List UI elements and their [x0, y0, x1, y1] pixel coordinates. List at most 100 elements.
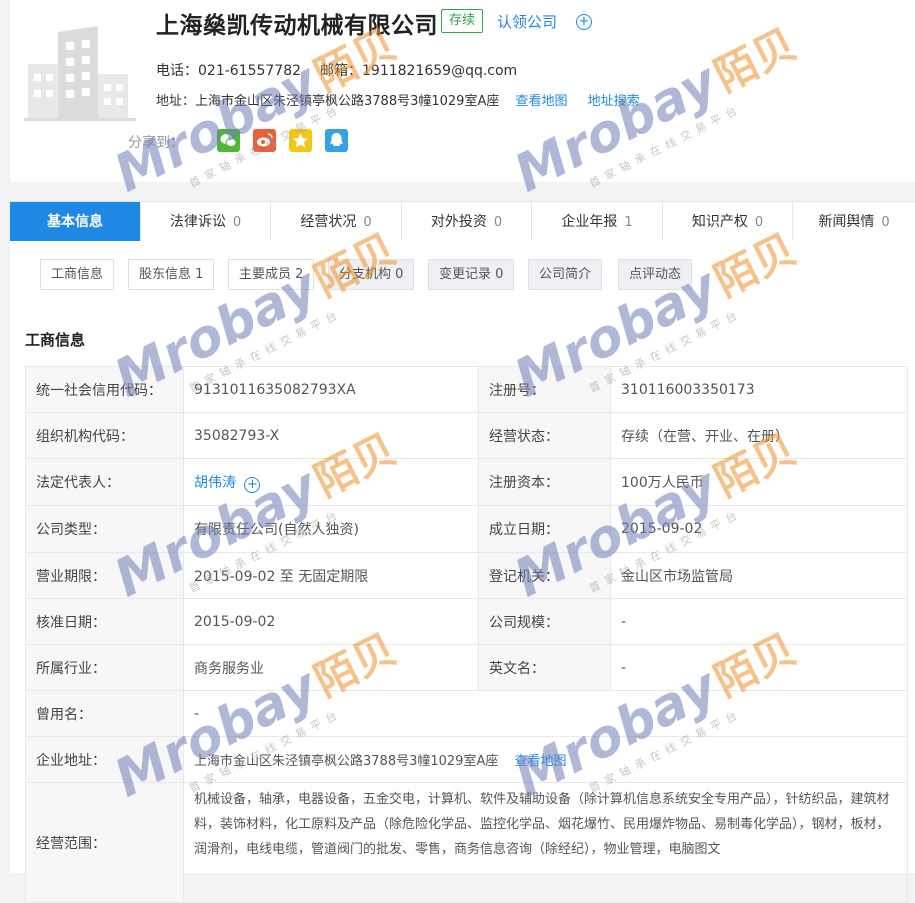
wechat-icon[interactable]: [217, 129, 240, 152]
english-name-value: -: [610, 644, 908, 691]
table-row: 所属行业： 商务服务业 英文名： -: [25, 644, 908, 691]
plus-circle-icon[interactable]: +: [244, 477, 261, 493]
english-name-label: 英文名：: [478, 644, 611, 691]
table-row: 组织机构代码： 35082793-X 经营状态： 存续（在营、开业、在册）: [25, 412, 908, 459]
former-name-label: 曾用名：: [25, 690, 184, 737]
table-row: 核准日期： 2015-09-02 公司规模： -: [25, 598, 908, 645]
company-address-label: 企业地址：: [25, 736, 184, 783]
tab-count: 0: [881, 215, 890, 230]
company-address-cell: 上海市金山区朱泾镇亭枫公路3788号3幢1029室A座 查看地图: [183, 736, 908, 783]
tab-ip[interactable]: 知识产权 0: [663, 202, 793, 242]
table-row: 营业期限： 2015-09-02 至 无固定期限 登记机关： 金山区市场监管局: [25, 552, 908, 599]
org-code-label: 组织机构代码：: [25, 412, 184, 459]
qq-icon[interactable]: [325, 129, 348, 152]
subtab-shareholders[interactable]: 股东信息 1: [128, 259, 215, 290]
tab-count: 0: [754, 215, 764, 230]
tab-operation[interactable]: 经营状况 0: [271, 202, 402, 242]
industry-value: 商务服务业: [183, 644, 479, 691]
tab-legal[interactable]: 法律诉讼 0: [141, 202, 271, 242]
claim-company-link[interactable]: 认领公司: [497, 11, 557, 32]
former-name-value: -: [183, 690, 908, 737]
email-label: 邮箱：: [320, 63, 362, 79]
credit-code-label: 统一社会信用代码：: [25, 366, 184, 413]
tab-label: 对外投资: [430, 214, 487, 230]
subtab-members[interactable]: 主要成员 2: [228, 259, 315, 290]
subtab-changes[interactable]: 变更记录 0: [428, 259, 515, 290]
org-code-value: 35082793-X: [183, 412, 479, 459]
term-label: 营业期限：: [25, 552, 184, 599]
reg-capital-label: 注册资本：: [478, 458, 611, 506]
subtab-business-info[interactable]: 工商信息: [40, 259, 115, 290]
company-logo: [24, 26, 136, 124]
credit-code-value: 9131011635082793XA: [183, 366, 479, 413]
term-value: 2015-09-02 至 无固定期限: [183, 552, 479, 599]
table-row: 经营范围： 机械设备，轴承，电器设备，五金交电，计算机、软件及辅助设备（除计算机…: [25, 782, 908, 903]
founded-value: 2015-09-02: [610, 505, 908, 553]
tab-count: 1: [624, 215, 633, 230]
company-address-value: 上海市金山区朱泾镇亭枫公路3788号3幢1029室A座: [194, 754, 499, 769]
reg-no-label: 注册号：: [478, 366, 611, 413]
company-type-value: 有限责任公司(自然人独资): [183, 505, 479, 553]
subtab-reviews[interactable]: 点评动态: [618, 259, 693, 290]
company-type-label: 公司类型：: [25, 505, 184, 553]
company-name: 上海燊凯传动机械有限公司: [156, 13, 438, 39]
sub-tabs: 工商信息 股东信息 1 主要成员 2 分支机构 0 变更记录 0 公司简介 点评…: [10, 241, 915, 304]
section-title: 工商信息: [25, 331, 86, 349]
table-row: 统一社会信用代码： 9131011635082793XA 注册号： 310116…: [25, 366, 908, 413]
table-row: 法定代表人： 胡伟涛 + 注册资本： 100万人民币: [25, 458, 908, 506]
tab-label: 知识产权: [691, 214, 748, 230]
status-badge: 存续: [441, 9, 484, 33]
scope-value: 机械设备，轴承，电器设备，五金交电，计算机、软件及辅助设备（除计算机信息系统安全…: [183, 782, 908, 903]
op-status-label: 经营状态：: [478, 412, 611, 459]
business-info-section: 工商信息 统一社会信用代码： 9131011635082793XA 注册号： 3…: [10, 303, 915, 903]
tab-count: 0: [493, 215, 503, 230]
approve-date-value: 2015-09-02: [183, 598, 479, 645]
tab-count: 0: [363, 215, 372, 230]
company-header: 上海燊凯传动机械有限公司 存续 认领公司 + 电话：021-61557782 邮…: [10, 0, 915, 182]
authority-value: 金山区市场监管局: [610, 552, 908, 599]
tab-investment[interactable]: 对外投资 0: [402, 202, 532, 242]
tab-label: 新闻舆情: [818, 214, 875, 230]
email-value: 1911821659@qq.com: [362, 63, 518, 79]
legal-rep-cell: 胡伟涛 +: [183, 458, 479, 506]
phone-line: 电话：021-61557782: [156, 60, 301, 80]
main-tabs: 基本信息 法律诉讼 0 经营状况 0 对外投资 0 企业年报 1 知识产权 0 新闻舆情 0: [10, 201, 915, 243]
tab-news[interactable]: 新闻舆情 0: [793, 202, 915, 242]
scale-value: -: [610, 598, 908, 645]
tab-label: 经营状况: [300, 214, 357, 230]
phone-value: 021-61557782: [198, 63, 302, 79]
weibo-icon[interactable]: [253, 129, 276, 152]
address-label: 地址：: [156, 94, 196, 109]
email-line: 邮箱：1911821659@qq.com: [320, 60, 517, 80]
authority-label: 登记机关：: [478, 552, 611, 599]
subtab-profile[interactable]: 公司简介: [528, 259, 603, 290]
reg-capital-value: 100万人民币: [610, 458, 908, 506]
table-row: 公司类型： 有限责任公司(自然人独资) 成立日期： 2015-09-02: [25, 505, 908, 553]
subtab-branches[interactable]: 分支机构 0: [328, 259, 415, 290]
industry-label: 所属行业：: [25, 644, 184, 691]
tab-label: 基本信息: [47, 214, 103, 230]
address-value: 上海市金山区朱泾镇亭枫公路3788号3幢1029室A座: [195, 94, 500, 109]
phone-label: 电话：: [156, 63, 198, 79]
address-search-link[interactable]: 地址搜索: [588, 94, 640, 109]
approve-date-label: 核准日期：: [25, 598, 184, 645]
tab-label: 法律诉讼: [169, 214, 226, 230]
scale-label: 公司规模：: [478, 598, 611, 645]
legal-rep-link[interactable]: 胡伟涛: [194, 475, 236, 491]
founded-label: 成立日期：: [478, 505, 611, 553]
legal-rep-label: 法定代表人：: [25, 458, 184, 506]
qzone-icon[interactable]: [289, 129, 312, 152]
table-row: 企业地址： 上海市金山区朱泾镇亭枫公路3788号3幢1029室A座 查看地图: [25, 736, 908, 783]
plus-circle-icon[interactable]: +: [576, 14, 592, 30]
address-line: 地址：上海市金山区朱泾镇亭枫公路3788号3幢1029室A座 查看地图 地址搜索: [156, 90, 640, 109]
share-label: 分享到：: [128, 135, 184, 151]
tab-basic-info[interactable]: 基本信息: [10, 202, 141, 242]
tab-count: 0: [232, 215, 242, 230]
op-status-value: 存续（在营、开业、在册）: [610, 412, 908, 459]
tab-label: 企业年报: [561, 214, 618, 230]
business-info-table: 统一社会信用代码： 9131011635082793XA 注册号： 310116…: [25, 366, 908, 903]
view-map-link[interactable]: 查看地图: [516, 94, 568, 109]
view-map-link[interactable]: 查看地图: [514, 754, 566, 769]
tab-annual-report[interactable]: 企业年报 1: [532, 202, 663, 242]
scope-label: 经营范围：: [25, 782, 184, 903]
